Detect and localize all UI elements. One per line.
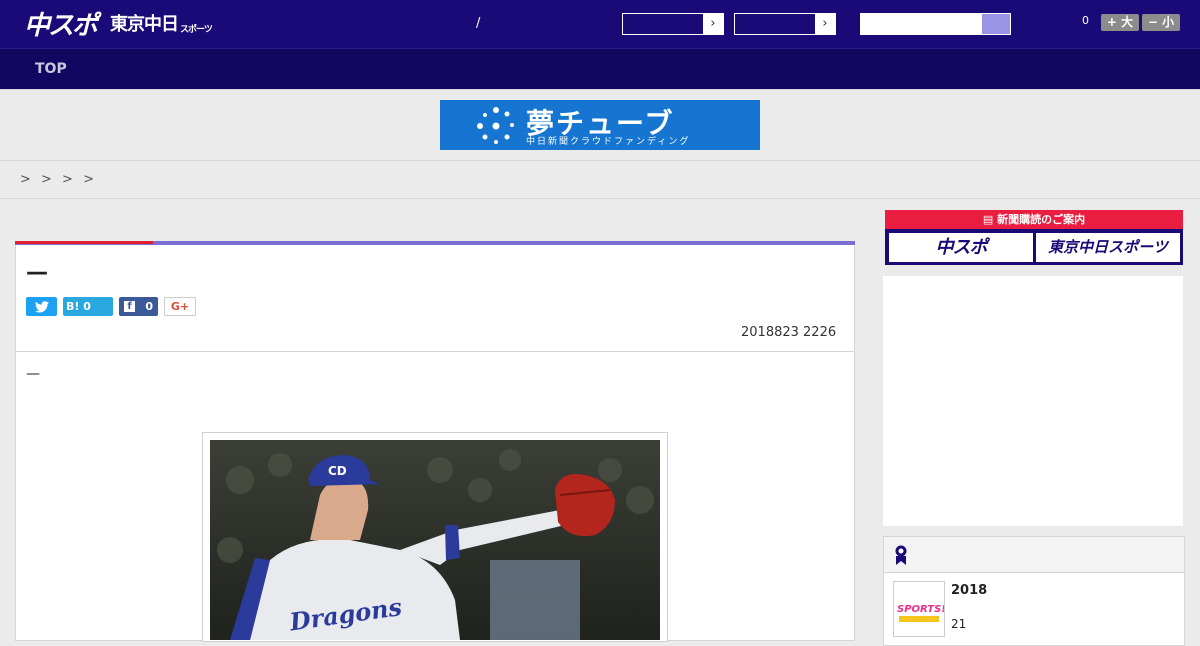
google-plus-share-button[interactable]: G+ xyxy=(164,297,196,316)
active-tab-indicator xyxy=(15,241,153,244)
article-divider xyxy=(16,351,854,352)
site-header: 中スポ 東京中日 スポーツ / › › 0 + 大 − 小 xyxy=(0,0,1200,48)
article-date: 2018823 2226 xyxy=(741,325,837,340)
twitter-share-button[interactable] xyxy=(26,297,57,316)
chevron-right-icon: › xyxy=(703,14,723,34)
medal-icon xyxy=(895,545,907,565)
main-nav: TOP xyxy=(0,48,1200,89)
category-select-1[interactable]: › xyxy=(622,13,724,35)
article-tab-bar xyxy=(15,241,855,245)
subscribe-chuspo-button[interactable]: 中スポ xyxy=(889,233,1033,262)
chevron-right-icon: › xyxy=(815,14,835,34)
search-button[interactable] xyxy=(982,14,1010,34)
search-input[interactable] xyxy=(860,13,1011,35)
nav-item-top[interactable]: TOP xyxy=(35,61,67,77)
breadcrumb[interactable]: > > > > xyxy=(20,172,94,187)
facebook-count: 0 xyxy=(145,300,153,313)
article-title: — xyxy=(26,260,48,285)
ranking-item-title[interactable]: 2018 xyxy=(951,583,987,598)
facebook-share-button[interactable]: f 0 xyxy=(119,297,158,316)
notification-count: 0 xyxy=(1082,14,1089,27)
thumb-label: SPORTS!! xyxy=(897,604,944,615)
banner-subtitle: 中日新聞クラウドファンディング xyxy=(526,137,691,147)
svg-text:CD: CD xyxy=(328,464,347,478)
subscription-heading-text: 新聞購読のご案内 xyxy=(997,213,1086,226)
tokyo-chunichi-logo[interactable]: 東京中日 スポーツ xyxy=(110,7,213,39)
sidebar-ad[interactable] xyxy=(883,276,1183,526)
header-separator: / xyxy=(476,16,481,31)
yume-tube-banner[interactable]: 夢チューブ 中日新聞クラウドファンディング xyxy=(440,100,760,150)
twitter-bird-icon xyxy=(34,300,49,313)
ranking-header xyxy=(884,537,1184,573)
font-size-small-button[interactable]: − 小 xyxy=(1142,14,1180,31)
hatena-bookmark-button[interactable]: B! 0 xyxy=(63,297,113,316)
sports-logo-thumbnail: SPORTS!! xyxy=(894,582,944,636)
ranking-thumbnail[interactable]: SPORTS!! xyxy=(893,581,945,637)
subscription-box: ▤ 新聞購読のご案内 中スポ 東京中日スポーツ xyxy=(885,210,1183,265)
chuspo-logo[interactable]: 中スポ xyxy=(24,7,98,41)
sparkle-dots-icon xyxy=(477,107,514,144)
article-lead: — xyxy=(26,366,40,382)
newspaper-icon: ▤ xyxy=(982,213,998,226)
pitcher-photo-illustration: Dragons CD xyxy=(210,440,660,640)
ranking-item-sub: 21 xyxy=(951,617,967,631)
category-select-2[interactable]: › xyxy=(734,13,836,35)
tokyo-logo-sub: スポーツ xyxy=(180,25,213,35)
tokyo-logo-text: 東京中日 xyxy=(110,14,179,35)
article-photo[interactable]: Dragons CD xyxy=(210,440,660,640)
banner-area: 夢チューブ 中日新聞クラウドファンディング xyxy=(0,89,1200,161)
subscription-heading: ▤ 新聞購読のご案内 xyxy=(885,210,1183,229)
subscribe-tokyo-button[interactable]: 東京中日スポーツ xyxy=(1036,233,1180,262)
breadcrumb-divider xyxy=(0,198,1200,199)
font-size-large-button[interactable]: + 大 xyxy=(1101,14,1139,31)
facebook-icon: f xyxy=(124,301,135,312)
